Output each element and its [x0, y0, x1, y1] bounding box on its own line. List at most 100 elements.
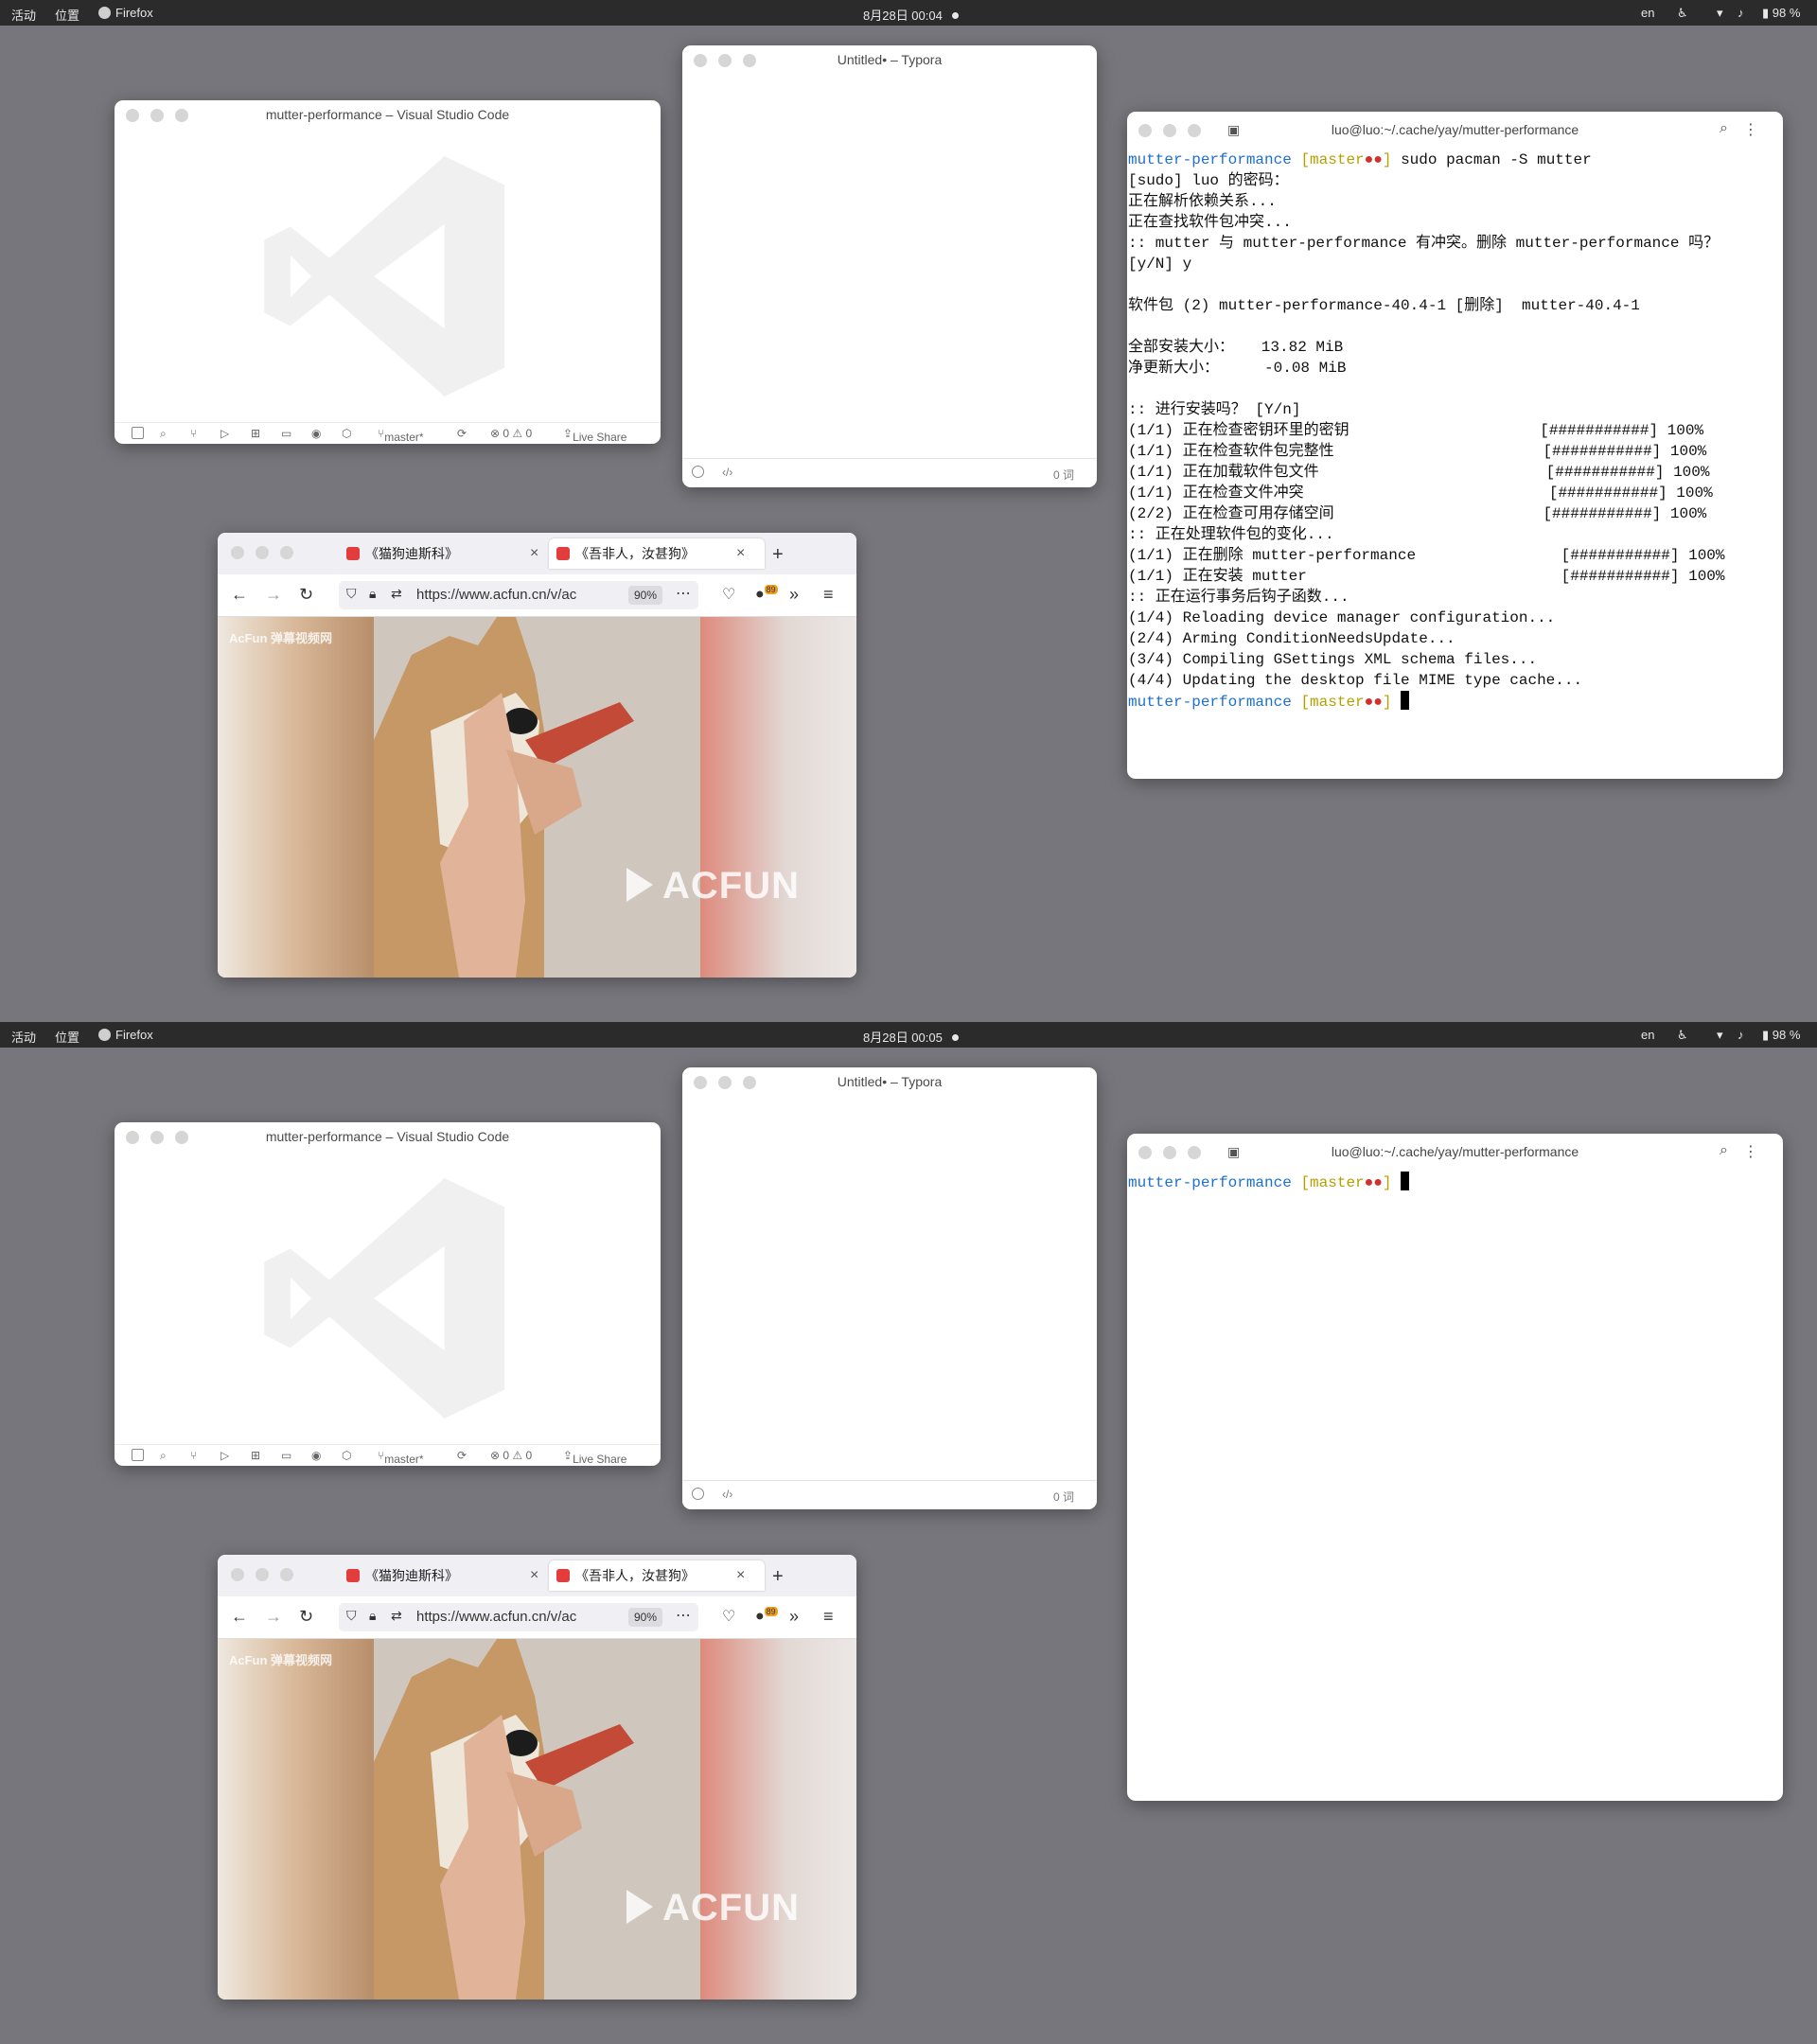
reload-icon[interactable]: ↻ [299, 1607, 313, 1627]
minimize-button[interactable] [256, 1568, 269, 1581]
vscode-window[interactable]: mutter-performance – Visual Studio Code … [115, 100, 661, 444]
search-icon[interactable]: ⌕ [1720, 1142, 1728, 1159]
maximize-button[interactable] [280, 1568, 293, 1581]
accessibility-icon[interactable]: ♿︎ [1677, 1028, 1688, 1043]
source-code-mode-icon[interactable]: ‹/› [722, 466, 732, 479]
terminal-output[interactable]: mutter-performance [master●●] [1127, 1172, 1783, 1801]
word-count[interactable]: 0 词 [1053, 467, 1074, 483]
zoom-level[interactable]: 90% [627, 586, 662, 605]
close-tab-icon[interactable]: × [530, 538, 538, 569]
volume-icon[interactable]: ♪ [1738, 1028, 1744, 1042]
branch-status[interactable]: ⑂ master* [378, 427, 424, 444]
editor-area[interactable] [682, 1096, 1097, 1480]
input-language[interactable]: en [1641, 1028, 1654, 1042]
overflow-menu-icon[interactable]: » [789, 1607, 799, 1627]
live-share-button[interactable]: ⇪ Live Share [563, 1449, 626, 1466]
problems-status[interactable]: ⊗ 0 ⚠ 0 [490, 1449, 532, 1462]
close-tab-icon[interactable]: × [530, 1560, 538, 1591]
back-icon[interactable]: ← [231, 585, 248, 605]
app-menu[interactable]: Firefox [98, 1028, 153, 1042]
typora-window[interactable]: Untitled• – Typora ‹/› 0 词 [682, 45, 1097, 487]
run-debug-icon[interactable]: ▷ [221, 427, 229, 440]
app-menu[interactable]: Firefox [98, 6, 153, 20]
github-icon[interactable]: ◉ [311, 1449, 321, 1462]
search-icon[interactable]: ⌕ [1720, 120, 1728, 137]
close-tab-icon[interactable]: × [736, 1560, 745, 1591]
live-share-button[interactable]: ⇪ Live Share [563, 427, 626, 444]
extensions-icon[interactable]: ⊞ [251, 1449, 260, 1462]
search-icon[interactable]: ⌕ [160, 1449, 167, 1463]
permissions-icon[interactable]: ⇄ [391, 586, 402, 602]
accessibility-icon[interactable]: ♿︎ [1677, 6, 1688, 21]
hamburger-menu-icon[interactable]: ≡ [823, 1607, 834, 1627]
close-button[interactable] [231, 546, 244, 559]
activities-button[interactable]: 活动 [11, 1028, 36, 1046]
sync-icon[interactable]: ⟳ [457, 1449, 467, 1462]
docker-icon[interactable]: ⬡ [342, 427, 351, 440]
permissions-icon[interactable]: ⇄ [391, 1608, 402, 1624]
tracking-protection-icon[interactable]: ⛉ [346, 586, 357, 602]
terminal-window[interactable]: ▣ luo@luo:~/.cache/yay/mutter-performanc… [1127, 1134, 1783, 1801]
forward-icon[interactable]: → [265, 585, 282, 605]
video-player[interactable]: AcFun 弹幕视频网 ACFUN [218, 617, 856, 978]
explorer-icon[interactable] [132, 427, 144, 439]
close-button[interactable] [231, 1568, 244, 1581]
url-bar[interactable]: ⛉ 🔒︎ ⇄ https://www.acfun.cn/v/ac 90% ⋯ [339, 581, 698, 609]
url-text[interactable]: https://www.acfun.cn/v/ac [416, 1609, 606, 1625]
pocket-icon[interactable]: ♡ [722, 585, 735, 604]
menu-icon[interactable]: ⋮ [1743, 120, 1758, 139]
page-actions-icon[interactable]: ⋯ [676, 1606, 691, 1625]
maximize-button[interactable] [280, 546, 293, 559]
sync-icon[interactable]: ⟳ [457, 427, 467, 440]
wifi-icon[interactable]: ▾ [1717, 1028, 1723, 1043]
battery-indicator[interactable]: ▮ 98 % [1762, 1028, 1800, 1043]
source-code-mode-icon[interactable]: ‹/› [722, 1488, 732, 1501]
reload-icon[interactable]: ↻ [299, 585, 313, 605]
url-text[interactable]: https://www.acfun.cn/v/ac [416, 587, 606, 603]
volume-icon[interactable]: ♪ [1738, 6, 1744, 20]
terminal-output[interactable]: mutter-performance [master●●] sudo pacma… [1127, 150, 1783, 779]
battery-indicator[interactable]: ▮ 98 % [1762, 6, 1800, 21]
search-icon[interactable]: ⌕ [160, 427, 167, 441]
source-control-icon[interactable]: ⑂ [190, 1449, 197, 1462]
explorer-icon[interactable] [132, 1449, 144, 1461]
outline-toggle-icon[interactable] [692, 1488, 704, 1500]
editor-area[interactable] [682, 74, 1097, 458]
extensions-icon[interactable]: ⊞ [251, 427, 260, 440]
problems-status[interactable]: ⊗ 0 ⚠ 0 [490, 427, 532, 440]
tab-cat-dog-disco[interactable]: 《猫狗迪斯科》 × [341, 1560, 559, 1591]
back-icon[interactable]: ← [231, 1607, 248, 1627]
wifi-icon[interactable]: ▾ [1717, 6, 1723, 21]
minimize-button[interactable] [256, 546, 269, 559]
remote-explorer-icon[interactable]: ▭ [281, 1449, 291, 1462]
input-language[interactable]: en [1641, 6, 1654, 20]
close-tab-icon[interactable]: × [736, 538, 745, 569]
new-tab-button[interactable]: + [772, 544, 784, 566]
remote-explorer-icon[interactable]: ▭ [281, 427, 291, 440]
overflow-menu-icon[interactable]: » [789, 585, 799, 605]
hamburger-menu-icon[interactable]: ≡ [823, 585, 834, 605]
zoom-level[interactable]: 90% [627, 1608, 662, 1627]
github-icon[interactable]: ◉ [311, 427, 321, 440]
page-actions-icon[interactable]: ⋯ [676, 584, 691, 603]
tab-dog-video[interactable]: 《吾非人，汝甚狗》 × [549, 1560, 765, 1591]
pocket-icon[interactable]: ♡ [722, 1607, 735, 1626]
forward-icon[interactable]: → [265, 1607, 282, 1627]
word-count[interactable]: 0 词 [1053, 1489, 1074, 1505]
source-control-icon[interactable]: ⑂ [190, 427, 197, 440]
places-menu[interactable]: 位置 [55, 1028, 79, 1046]
clock[interactable]: 8月28日 00:04 [863, 6, 959, 24]
typora-window[interactable]: Untitled• – Typora ‹/› 0 词 [682, 1067, 1097, 1509]
lock-icon[interactable]: 🔒︎ [369, 1608, 376, 1624]
run-debug-icon[interactable]: ▷ [221, 1449, 229, 1462]
extension-icon[interactable]: ● 89 [755, 585, 778, 603]
terminal-window[interactable]: ▣ luo@luo:~/.cache/yay/mutter-performanc… [1127, 112, 1783, 779]
clock[interactable]: 8月28日 00:05 [863, 1028, 959, 1046]
tab-cat-dog-disco[interactable]: 《猫狗迪斯科》 × [341, 538, 559, 569]
activities-button[interactable]: 活动 [11, 6, 36, 24]
extension-icon[interactable]: ● 89 [755, 1607, 778, 1625]
places-menu[interactable]: 位置 [55, 6, 79, 24]
menu-icon[interactable]: ⋮ [1743, 1142, 1758, 1161]
vscode-window[interactable]: mutter-performance – Visual Studio Code … [115, 1122, 661, 1466]
tracking-protection-icon[interactable]: ⛉ [346, 1608, 357, 1624]
